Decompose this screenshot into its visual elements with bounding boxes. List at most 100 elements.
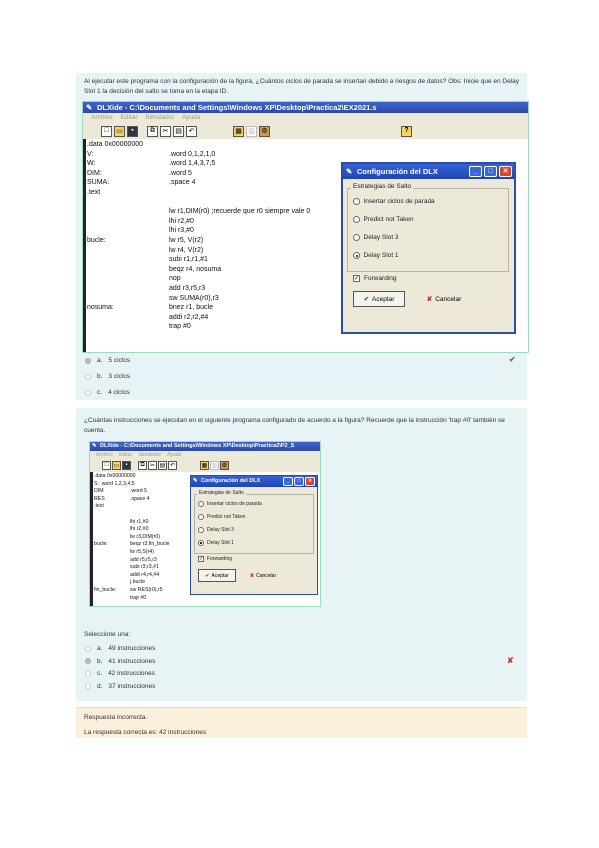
radio-icon xyxy=(353,198,360,205)
branch-option-radio[interactable]: Insertar ciclos de parada xyxy=(353,198,435,205)
menu-simulador[interactable]: Simulador xyxy=(139,452,162,458)
code-editor[interactable]: .data 0x00000000 V: .word 0,1,2,1,0 W: .word… xyxy=(87,140,357,350)
new-file-icon[interactable]: □ xyxy=(101,126,112,137)
forwarding-checkbox[interactable]: ✓ Forwarding xyxy=(198,556,232,562)
compile-icon[interactable]: ▦ xyxy=(200,461,209,470)
branch-option-label: Delay Slot 3 xyxy=(207,527,234,533)
answer-option[interactable]: c. 42 instrucciones xyxy=(85,670,155,677)
option-text: 42 instrucciones xyxy=(108,670,156,677)
branch-option-radio[interactable]: Insertar ciclos de parada xyxy=(198,501,262,507)
cut-icon[interactable]: ✂ xyxy=(160,126,171,137)
code-line: V: .word 0,1,2,1,0 xyxy=(87,150,357,160)
menu-simulador[interactable]: Simulador xyxy=(145,114,174,121)
maximize-icon[interactable]: □ xyxy=(484,166,497,177)
menu-editar[interactable]: Editar xyxy=(121,114,138,121)
forwarding-checkbox[interactable]: ✓ Forwarding xyxy=(353,275,397,282)
code-instruction: add r3,r5,r3 xyxy=(169,285,206,292)
branch-option-radio[interactable]: Delay Slot 3 xyxy=(198,527,234,533)
close-icon[interactable]: ✕ xyxy=(499,166,512,177)
maximize-icon[interactable]: □ xyxy=(294,477,304,486)
accept-button[interactable]: ✔ Aceptar xyxy=(353,291,405,307)
radio-icon[interactable] xyxy=(85,658,91,664)
branch-option-radio[interactable]: Delay Slot 3 xyxy=(353,234,399,241)
option-letter: b. xyxy=(97,373,103,380)
code-line: bucle: lw r5, V(r2) xyxy=(87,236,357,246)
code-instruction: addi r2,r2,#4 xyxy=(169,313,209,321)
code-line: W: .word 1,4,3,7,5 xyxy=(87,159,357,169)
radio-icon[interactable] xyxy=(85,357,91,364)
radio-icon[interactable] xyxy=(85,683,91,689)
branch-option-radio[interactable]: Predict not Taken xyxy=(198,514,246,520)
answer-option[interactable]: a. 5 ciclos xyxy=(85,357,130,364)
open-folder-icon[interactable]: ▭ xyxy=(114,126,125,137)
compile-icon[interactable]: ▦ xyxy=(233,126,244,137)
answer-option[interactable]: c. 4 ciclos xyxy=(85,389,130,396)
code-line: trap #0 xyxy=(94,595,244,603)
cancel-button[interactable]: ✘ Cancelar xyxy=(243,569,283,582)
cross-icon: ✘ xyxy=(249,572,255,579)
checkmark-icon: ✔ xyxy=(363,296,370,303)
code-instruction: .word 0,1,2,1,0 xyxy=(169,150,216,158)
save-icon[interactable]: ▪ xyxy=(127,126,138,137)
radio-icon xyxy=(198,540,204,546)
branch-option-radio[interactable]: Predict not Taken xyxy=(353,216,414,223)
answer-option[interactable]: b. 41 instrucciones xyxy=(85,658,155,665)
open-folder-icon[interactable]: ▭ xyxy=(112,461,121,470)
accept-button[interactable]: ✔ Aceptar xyxy=(198,569,236,582)
code-instruction: subi r1,r1,#1 xyxy=(169,256,208,264)
menu-ayuda[interactable]: Ayuda xyxy=(182,114,200,121)
answer-option[interactable]: b. 3 ciclos xyxy=(85,373,130,380)
paste-icon[interactable]: ▤ xyxy=(173,126,184,137)
step-icon[interactable]: ▥ xyxy=(210,461,219,470)
option-letter: a. xyxy=(97,645,103,652)
step-icon[interactable]: ▥ xyxy=(246,126,257,137)
code-instruction: subi r3,r3,#1 xyxy=(130,564,159,571)
paste-icon[interactable]: ▤ xyxy=(158,461,167,470)
branch-option-label: Delay Slot 1 xyxy=(207,540,234,546)
cut-icon[interactable]: ✂ xyxy=(148,461,157,470)
menu-editar[interactable]: Editar xyxy=(119,452,132,458)
answer-option[interactable]: a. 49 instrucciones xyxy=(85,645,155,652)
menu-archivo[interactable]: Archivo xyxy=(96,452,113,458)
minimize-icon[interactable]: _ xyxy=(469,166,482,177)
code-line: lw r1,DIM(r0) ;recuerde que r0 siempre v… xyxy=(87,207,357,217)
radio-icon[interactable] xyxy=(85,670,91,677)
cancel-button[interactable]: ✘ Cancelar xyxy=(417,291,471,307)
radio-icon[interactable] xyxy=(85,389,91,396)
option-text: 3 ciclos xyxy=(108,373,131,380)
help-icon[interactable]: ? xyxy=(401,126,412,137)
code-label: .data 0x00000000 xyxy=(87,141,144,148)
cross-icon: ✘ xyxy=(426,296,433,303)
check-icon: ✓ xyxy=(353,275,360,282)
menu-archivo[interactable]: Archivo xyxy=(91,114,113,121)
forwarding-label: Forwarding xyxy=(207,556,233,562)
undo-icon[interactable]: ↶ xyxy=(168,461,177,470)
code-instruction: lw r5, V(r2) xyxy=(169,237,204,244)
menu-ayuda[interactable]: Ayuda xyxy=(167,452,181,458)
minimize-icon[interactable]: _ xyxy=(283,477,293,486)
branch-option-radio[interactable]: Delay Slot 1 xyxy=(353,252,399,259)
code-label: .data 0x00000000 xyxy=(94,473,136,479)
branch-option-label: Delay Slot 3 xyxy=(363,234,399,241)
undo-icon[interactable]: ↶ xyxy=(186,126,197,137)
radio-icon xyxy=(198,501,204,507)
run-icon[interactable]: ⚙ xyxy=(220,461,229,470)
radio-icon[interactable] xyxy=(85,645,91,652)
copy-icon[interactable]: ⧉ xyxy=(138,461,147,470)
radio-icon[interactable] xyxy=(85,373,91,380)
code-label: bucle: xyxy=(94,541,108,548)
new-file-icon[interactable]: □ xyxy=(102,461,111,470)
branch-option-radio[interactable]: Delay Slot 1 xyxy=(198,540,234,546)
run-icon[interactable]: ⚙ xyxy=(259,126,270,137)
save-icon[interactable]: ▪ xyxy=(122,461,131,470)
answer-option[interactable]: d. 37 instrucciones xyxy=(85,683,155,690)
copy-icon[interactable]: ⧉ xyxy=(147,126,158,137)
forwarding-label: Forwarding xyxy=(364,275,397,282)
dialog-titlebar: ✎ Configuración del DLX _ □ ✕ xyxy=(343,164,514,179)
branch-strategy-label: Estrategias de Salto xyxy=(351,183,414,190)
close-icon[interactable]: ✕ xyxy=(305,477,315,486)
code-label: .text xyxy=(94,503,104,510)
cancel-label: Cancelar xyxy=(256,572,277,579)
branch-strategy-label: Estrategias de Salto xyxy=(197,490,246,496)
code-instruction: add r5,r5,r3 xyxy=(130,556,157,563)
